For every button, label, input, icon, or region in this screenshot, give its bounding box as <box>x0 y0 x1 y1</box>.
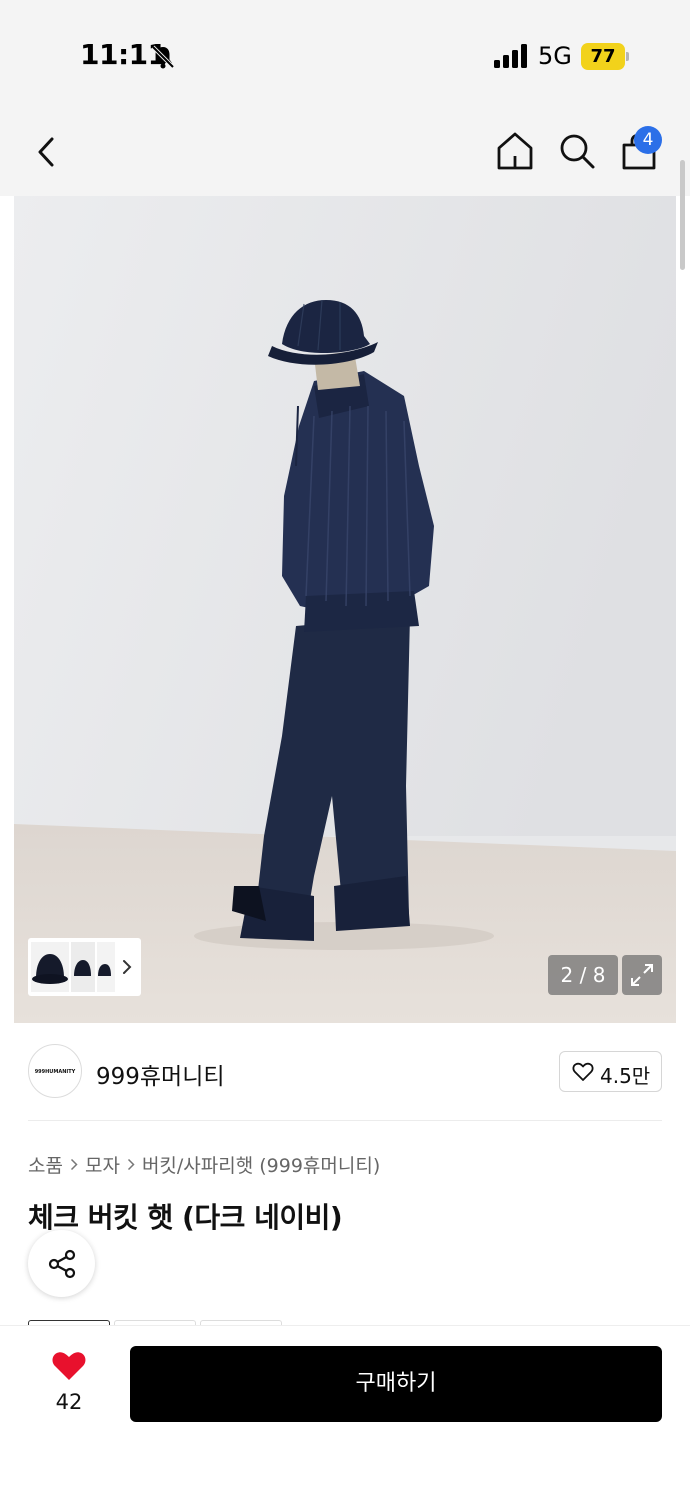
brand-like-button[interactable]: 4.5만 <box>559 1051 662 1092</box>
expand-button[interactable] <box>622 955 662 995</box>
product-title: 체크 버킷 햇 (다크 네이비) <box>28 1201 343 1234</box>
buy-button[interactable]: 구매하기 <box>130 1346 662 1422</box>
image-counter: 2 / 8 <box>548 955 618 995</box>
battery-level: 77 <box>581 43 625 70</box>
share-button[interactable] <box>28 1230 95 1297</box>
navigation-bar: 4 <box>0 110 690 196</box>
scroll-indicator <box>680 160 685 270</box>
brand-like-count: 4.5만 <box>600 1064 651 1088</box>
battery-tip <box>626 52 629 61</box>
brand-row[interactable]: 999HUMANITY 999휴머니티 4.5만 <box>0 1023 690 1121</box>
share-icon <box>48 1249 76 1279</box>
chevron-right-icon <box>63 1150 85 1178</box>
breadcrumb: 소품 모자 버킷/사파리햇 (999휴머니티) <box>28 1150 380 1178</box>
expand-icon <box>631 964 653 986</box>
battery-indicator: 77 <box>581 43 629 70</box>
brand-name[interactable]: 999휴머니티 <box>96 1057 225 1091</box>
search-icon[interactable] <box>556 130 598 172</box>
home-icon[interactable] <box>494 130 536 172</box>
wishlist-button[interactable]: 42 <box>40 1350 98 1420</box>
divider <box>28 1120 662 1121</box>
cart-count-badge: 4 <box>634 126 662 154</box>
back-icon[interactable] <box>30 130 66 174</box>
network-label: 5G <box>538 42 572 70</box>
bell-slash-icon <box>151 45 175 69</box>
brand-logo[interactable]: 999HUMANITY <box>28 1044 82 1098</box>
chevron-right-icon[interactable] <box>120 956 134 978</box>
bottom-action-bar: 42 구매하기 <box>0 1325 690 1500</box>
wishlist-count: 42 <box>55 1390 83 1414</box>
status-bar: 11:11 5G 77 <box>0 0 690 110</box>
breadcrumb-item-category[interactable]: 소품 <box>28 1151 63 1178</box>
chevron-right-icon <box>120 1150 142 1178</box>
signal-icon <box>494 44 527 68</box>
hat-thumbnail-image <box>31 942 115 992</box>
product-image[interactable] <box>14 196 676 1023</box>
breadcrumb-item-detail[interactable]: 버킷/사파리햇 (999휴머니티) <box>142 1151 380 1178</box>
heart-filled-icon <box>52 1352 86 1380</box>
product-photo-illustration <box>14 196 676 1023</box>
breadcrumb-item-subcategory[interactable]: 모자 <box>85 1151 120 1178</box>
heart-outline-icon <box>572 1062 594 1081</box>
